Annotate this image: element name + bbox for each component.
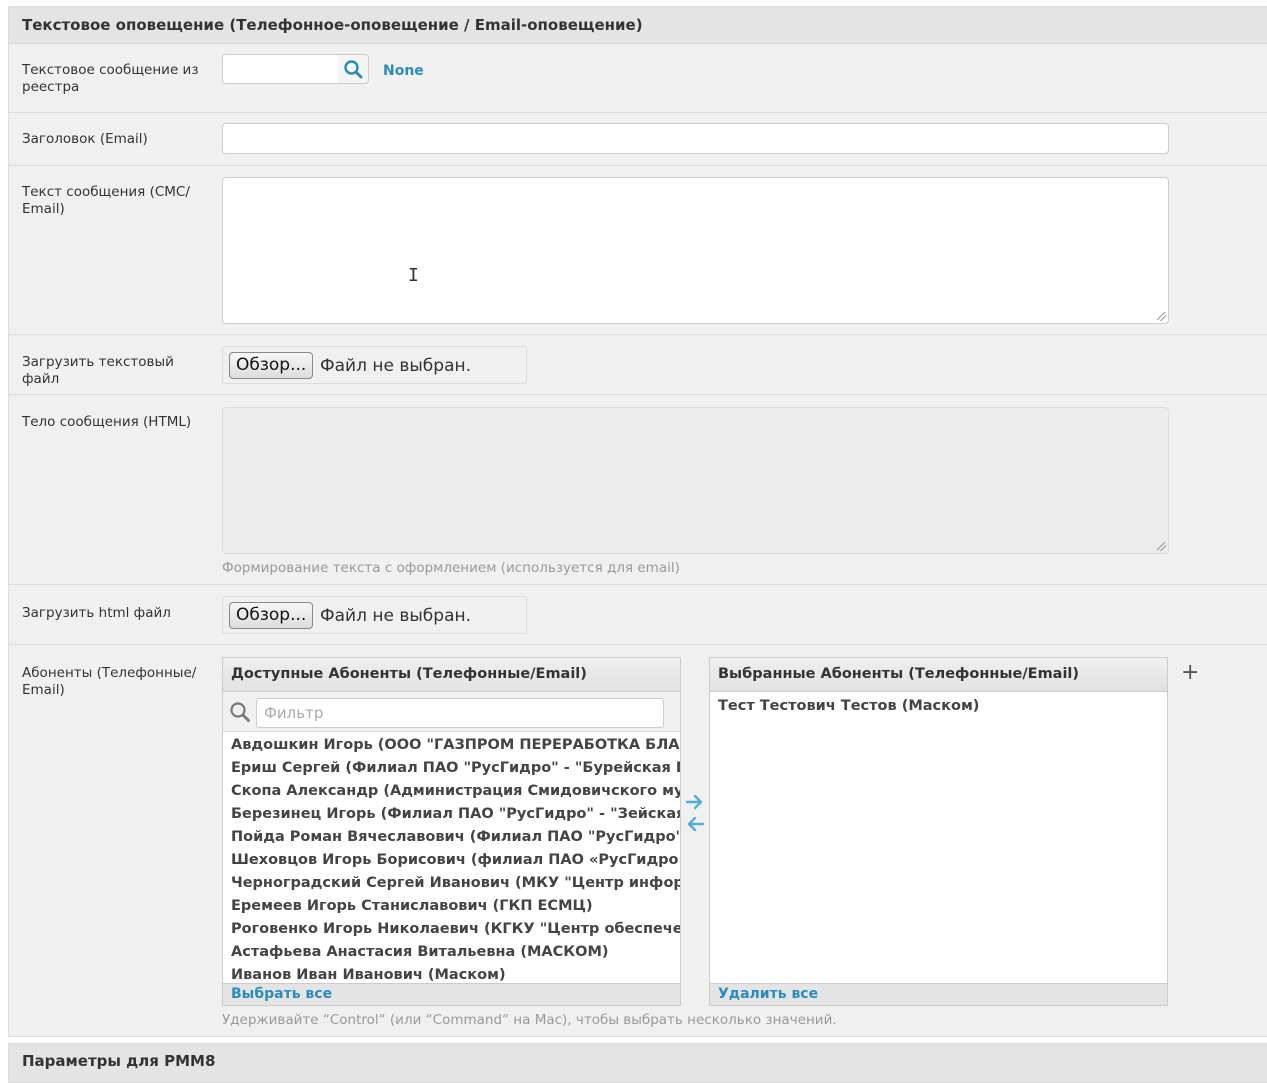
list-item[interactable]: Скопа Александр (Администрация Смидовичс…	[223, 780, 680, 803]
text-cursor-icon: I	[408, 265, 419, 286]
search-icon	[230, 702, 250, 722]
registry-lookup-button[interactable]	[338, 54, 369, 84]
resize-grip-icon[interactable]	[1157, 542, 1166, 551]
subscribers-help: Удерживайте “Control“ (или “Command“ на …	[222, 1012, 837, 1028]
filter-bar: Фильтр	[223, 692, 680, 732]
list-item[interactable]: Авдошкин Игорь (ООО "ГАЗПРОМ ПЕРЕРАБОТКА…	[223, 734, 680, 757]
arrow-right-icon[interactable]	[685, 793, 705, 811]
list-item[interactable]: Тест Тестович Тестов (Маском)	[710, 695, 1167, 718]
message-text-textarea[interactable]	[222, 177, 1169, 324]
chosen-subscribers-list[interactable]: Тест Тестович Тестов (Маском)	[710, 695, 1167, 718]
row-html-file: Загрузить html файл Обзор... Файл не выб…	[9, 585, 1267, 645]
registry-lookup-value[interactable]: None	[383, 63, 424, 79]
list-item[interactable]: Еремеев Игорь Станиславович (ГКП ЕСМЦ)	[223, 895, 680, 918]
arrow-left-icon[interactable]	[685, 815, 705, 833]
list-item[interactable]: Березинец Игорь (Филиал ПАО "РусГидро" -…	[223, 803, 680, 826]
subscribers-label: Абоненты (Телефонные/ Email)	[22, 665, 197, 698]
remove-all-link[interactable]: Удалить все	[710, 983, 1167, 1005]
available-subscribers-title: Доступные Абоненты (Телефонные/Email)	[223, 658, 680, 692]
row-html-body: Тело сообщения (HTML) Формирование текст…	[9, 395, 1267, 585]
available-subscribers-box: Доступные Абоненты (Телефонные/Email) Фи…	[222, 657, 681, 1006]
text-file-input: Обзор... Файл не выбран.	[222, 346, 527, 384]
text-file-browse-button[interactable]: Обзор...	[229, 352, 314, 379]
chosen-subscribers-box: Выбранные Абоненты (Телефонные/Email) Те…	[709, 657, 1168, 1006]
list-item[interactable]: Роговенко Игорь Николаевич (КГКУ "Центр …	[223, 918, 680, 941]
html-file-label: Загрузить html файл	[22, 605, 171, 621]
html-file-input: Обзор... Файл не выбран.	[222, 596, 527, 634]
registry-message-input[interactable]	[222, 54, 339, 84]
resize-grip-icon[interactable]	[1157, 312, 1166, 321]
notification-module: Текстовое оповещение (Телефонное-оповеще…	[8, 6, 1267, 1037]
html-body-help: Формирование текста с оформлением (испол…	[222, 560, 680, 576]
html-body-textarea[interactable]	[222, 407, 1169, 554]
html-file-browse-button[interactable]: Обзор...	[229, 602, 314, 629]
html-body-label: Тело сообщения (HTML)	[22, 414, 192, 430]
search-icon	[344, 60, 363, 79]
chosen-subscribers-title: Выбранные Абоненты (Телефонные/Email)	[710, 658, 1167, 692]
row-email-subject: Заголовок (Email)	[9, 113, 1267, 166]
row-text-file: Загрузить текстовый файл Обзор... Файл н…	[9, 335, 1267, 395]
row-registry-message: Текстовое сообщение из реестра None	[9, 44, 1267, 113]
text-file-label: Загрузить текстовый файл	[22, 354, 174, 387]
row-message-text: Текст сообщения (СМС/ Email)	[9, 166, 1267, 335]
list-item[interactable]: Астафьева Анастасия Витальевна (МАСКОМ)	[223, 941, 680, 964]
section-title-pmm8: Параметры для PMM8	[22, 1052, 216, 1070]
registry-message-label: Текстовое сообщение из реестра	[22, 62, 199, 95]
message-text-label: Текст сообщения (СМС/ Email)	[22, 184, 190, 217]
plus-icon[interactable]: +	[1181, 662, 1199, 684]
text-file-status: Файл не выбран.	[320, 356, 471, 376]
list-item[interactable]: Ериш Сергей (Филиал ПАО "РусГидро" - "Бу…	[223, 757, 680, 780]
email-subject-input[interactable]	[222, 123, 1169, 154]
list-item[interactable]: Черноградский Сергей Иванович (МКУ "Цент…	[223, 872, 680, 895]
filter-input[interactable]: Фильтр	[256, 698, 664, 728]
select-all-link[interactable]: Выбрать все	[223, 983, 680, 1005]
available-subscribers-list[interactable]: Авдошкин Игорь (ООО "ГАЗПРОМ ПЕРЕРАБОТКА…	[223, 734, 680, 982]
pmm8-module: Параметры для PMM8	[8, 1043, 1267, 1083]
list-item[interactable]: Пойда Роман Вячеславович (Филиал ПАО "Ру…	[223, 826, 680, 849]
html-file-status: Файл не выбран.	[320, 606, 471, 626]
section-title: Текстовое оповещение (Телефонное-оповеще…	[9, 7, 1267, 44]
list-item[interactable]: Шеховцов Игорь Борисович (филиал ПАО «Ру…	[223, 849, 680, 872]
email-subject-label: Заголовок (Email)	[22, 131, 148, 147]
list-item[interactable]: Иванов Иван Иванович (Маском)	[223, 964, 680, 982]
